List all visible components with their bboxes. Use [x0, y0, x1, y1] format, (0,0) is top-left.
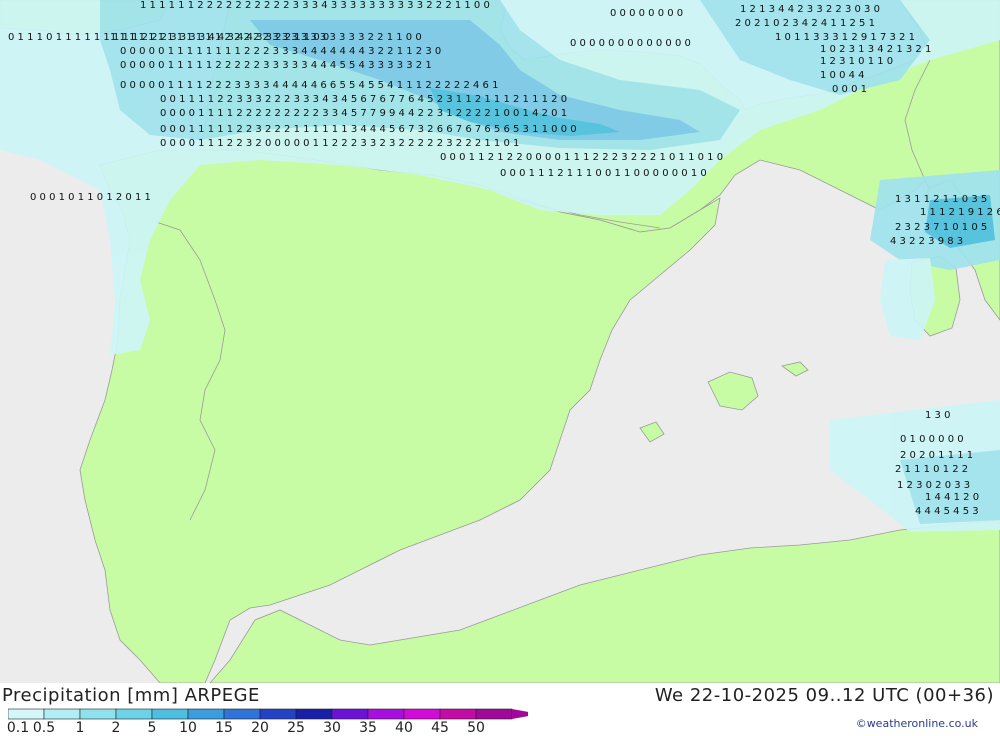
legend-tick-label: 10	[179, 720, 197, 736]
legend-swatch	[187, 708, 225, 720]
legend-swatch	[403, 708, 441, 720]
legend-swatch	[223, 708, 261, 720]
legend-swatch	[367, 708, 405, 720]
value-row: 4 4 4 5 4 5 3	[915, 506, 979, 517]
legend-tick-label: 15	[215, 720, 233, 736]
value-row: 2 0 2 1 0 2 3 4 2 4 1 1 2 5 1	[735, 18, 875, 29]
legend-swatch	[8, 708, 45, 720]
value-row: 0 0 0 0 0 0 0 0 0 0 0 0 0	[570, 38, 691, 49]
legend-swatch	[439, 708, 477, 720]
legend-swatch	[475, 708, 513, 720]
value-row: 1 3 1 1 2 1 1 0 3 5	[895, 194, 987, 205]
legend-arrow	[512, 709, 528, 719]
legend-tick-label: 25	[287, 720, 305, 736]
legend-swatch	[115, 708, 153, 720]
legend-tick-label: 5	[147, 720, 157, 736]
value-row: 0 0 0 1 0 1 1 0 1 2 0 1 1	[30, 192, 151, 203]
value-row: 1 0 2 3 1 3 4 2 1 3 2 1	[820, 44, 931, 55]
legend-tick-label: 50	[467, 720, 485, 736]
value-row: 0 0 0 0 0 1 1 1 1 1 1 1 1 2 2 2 3 3 3 4 …	[120, 46, 441, 57]
credit: ©weatheronline.co.uk	[855, 717, 978, 730]
value-row: 0 0 0 0 1 1 1 2 2 3 2 0 0 0 0 0 1 1 2 2 …	[160, 138, 519, 149]
legend-tick-label: 40	[395, 720, 413, 736]
legend-tick-label: 2	[111, 720, 121, 736]
value-row: 1 1 1 1 1 1 2 2 2 2 2 2 2 2 2 2 3 3 3 4 …	[140, 0, 490, 11]
value-row: 0 0 0 0 1 1 1 1 2 2 2 2 2 2 2 2 2 3 3 4 …	[160, 108, 567, 119]
value-row: 1 0 1 1 3 3 3 1 2 9 1 7 3 2 1	[775, 32, 915, 43]
value-row: 0 1 1 1 0 1 1 1 1 1 1 1 1 1 2 2 2 3 3 3 …	[8, 32, 329, 43]
valid-time: We 22-10-2025 09..12 UTC (00+36)	[654, 685, 994, 706]
value-row: 4 3 2 2 3 9 8 3	[890, 236, 963, 247]
value-row: 1 1 1 2 1 9 1 2 6 1	[920, 207, 1000, 218]
legend-tick-label: 20	[251, 720, 269, 736]
value-row: 0 0 0 1 1 2 1 2 2 0 0 0 0 1 1 1 2 2 2 3 …	[440, 152, 723, 163]
legend-swatch	[43, 708, 81, 720]
value-row: 1 4 4 1 2 0	[925, 492, 979, 503]
value-row: 0 0 0 1	[832, 84, 867, 95]
legend-swatch	[151, 708, 189, 720]
value-row: 0 0 0 1 1 1 1 1 2 2 3 2 2 2 1 1 1 1 1 1 …	[160, 124, 577, 135]
value-row: 1 2 1 3 4 4 2 3 3 2 2 3 0 3 0	[740, 4, 880, 15]
legend-swatch	[259, 708, 297, 720]
legend-tick-label: 0.5	[32, 720, 56, 736]
value-row: 1 0 0 4 4	[820, 70, 865, 81]
value-row: 0 0 0 0 0 1 1 1 1 1 2 2 2 2 2 3 3 3 3 3 …	[120, 60, 432, 71]
value-row: 2 3 2 3 7 1 0 1 0 5	[895, 222, 987, 233]
legend-swatch	[331, 708, 369, 720]
legend-tick-label: 30	[323, 720, 341, 736]
precipitation-map: 1 1 1 1 1 1 2 2 2 2 2 2 2 2 2 2 3 3 3 4 …	[0, 0, 1000, 683]
value-row: 1 2 3 1 0 1 1 0	[820, 56, 893, 67]
value-row: 0 0 0 0 0 0 0 0	[610, 8, 683, 19]
product-title: Precipitation [mm] ARPEGE	[2, 685, 260, 706]
legend-colorbar	[8, 708, 528, 720]
legend-tick-label: 45	[431, 720, 449, 736]
legend-swatch	[79, 708, 117, 720]
map-footer: Precipitation [mm] ARPEGE We 22-10-2025 …	[0, 683, 1000, 736]
legend-tick-label: 1	[75, 720, 85, 736]
value-row: 1 2 3 0 2 0 3 3	[897, 480, 970, 491]
value-row: 0 0 1 1 1 1 2 2 3 3 3 2 2 2 3 3 3 4 3 4 …	[160, 94, 567, 105]
value-row: 1 3 0	[925, 410, 950, 421]
value-row: 0 1 0 0 0 0 0	[900, 434, 964, 445]
value-row: 2 1 1 1 0 1 2 2	[895, 464, 968, 475]
value-row: 0 0 0 1 1 1 2 1 1 1 0 0 1 1 0 0 0 0 0 0 …	[500, 168, 707, 179]
legend-tick-label: 0.1	[6, 720, 30, 736]
legend-tick-label: 35	[359, 720, 377, 736]
value-row: 0 0 0 0 0 1 1 1 1 2 2 2 3 3 3 3 4 4 4 4 …	[120, 80, 498, 91]
value-row: 2 0 2 0 1 1 1 1	[900, 450, 973, 461]
legend-swatch	[295, 708, 333, 720]
